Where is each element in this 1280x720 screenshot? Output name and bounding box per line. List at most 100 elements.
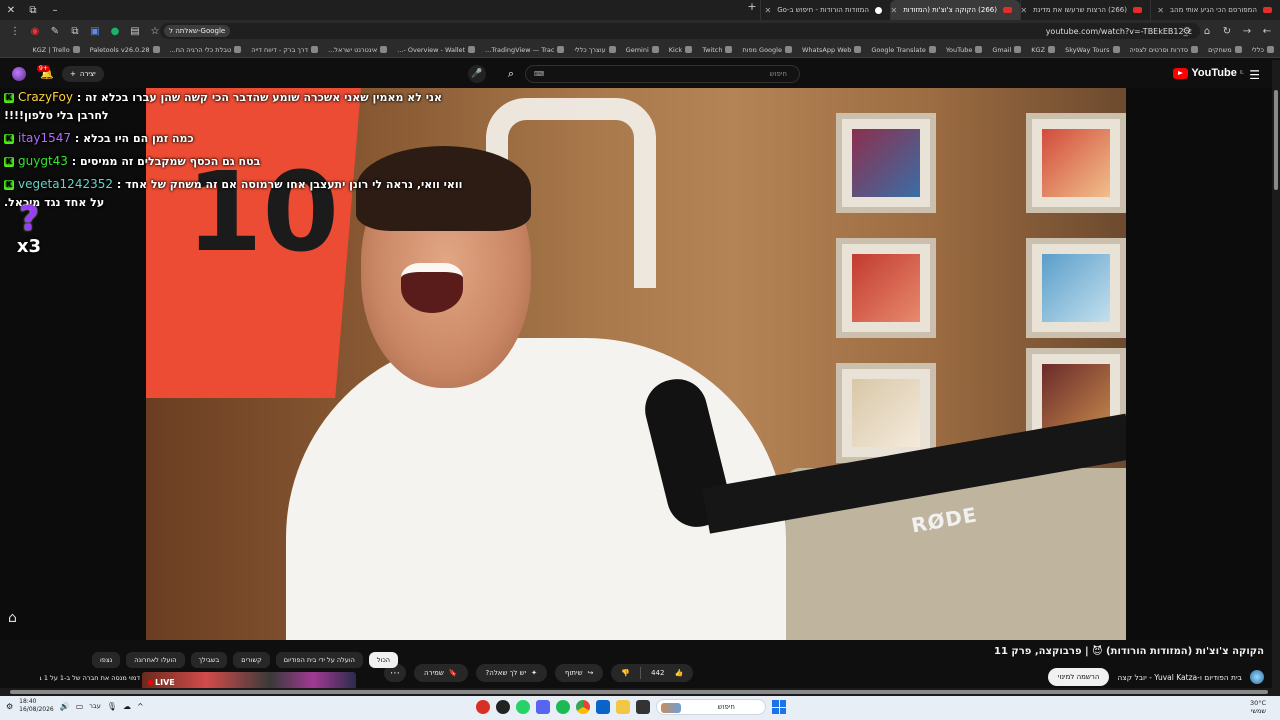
extension-icon[interactable]: ✎ <box>46 22 64 40</box>
share-button[interactable]: ↪ שיתוף <box>555 664 604 682</box>
menu-kebab-icon[interactable]: ⋮ <box>6 22 24 40</box>
bookmark-item[interactable]: SkyWay Tours <box>1065 46 1120 54</box>
bookmark-item[interactable]: Twitch <box>702 46 733 54</box>
minimize-window-icon[interactable]: – <box>44 0 66 20</box>
volume-icon[interactable]: 🔊 <box>60 702 70 711</box>
filter-chip[interactable]: הועלו לאחרונה <box>126 652 185 668</box>
app-icon-red[interactable] <box>476 700 490 714</box>
bookmark-item[interactable]: עוצרך כללי <box>574 46 616 54</box>
youtube-logo[interactable]: YouTube IL <box>1173 67 1244 79</box>
extension-icon[interactable]: ◉ <box>26 22 44 40</box>
bookmark-item[interactable]: Google מפות <box>742 46 792 54</box>
task-view-icon[interactable] <box>636 700 650 714</box>
chrome-icon[interactable] <box>576 700 590 714</box>
google-ask-chip[interactable]: שאלתה ל-Google <box>164 25 231 37</box>
horizontal-scrollbar[interactable] <box>0 688 1280 696</box>
network-icon[interactable]: ▭ <box>76 702 84 711</box>
extension-icon[interactable]: ▣ <box>86 22 104 40</box>
tab-list: המפורסם הכי הגיע אותי מהב ✕ (266) הרצות ש… <box>744 0 1280 20</box>
browser-tab[interactable]: המזודות הורודות - חיפוש ב-Go ✕ <box>760 0 890 20</box>
bookmark-item[interactable]: KGZ | Trello <box>32 46 80 54</box>
close-tab-icon[interactable]: ✕ <box>891 6 897 15</box>
subscribe-button[interactable]: הרשמה למינוי <box>1047 668 1110 686</box>
filter-chip[interactable]: קשורים <box>233 652 270 668</box>
browser-tab-active[interactable]: (266) הקוקה צ'וצ'ות (המזודות ✕ <box>890 0 1020 20</box>
bookmark-item[interactable]: Paletools v26.0.28 <box>90 46 160 54</box>
channel-name[interactable]: בית הפודיום ו-Yuval Katza - יובל קצה <box>1117 673 1242 682</box>
dislike-icon[interactable]: 👎 <box>621 669 630 677</box>
menu-hamburger-icon[interactable]: ☰ <box>1249 68 1260 82</box>
taskbar-search[interactable]: חיפוש <box>656 699 766 715</box>
scrollbar-thumb[interactable] <box>10 690 1268 694</box>
filter-chip[interactable]: הכול <box>368 652 399 668</box>
create-button[interactable]: + יצירה <box>62 66 104 82</box>
ask-button[interactable]: ✦ יש לך שאלה? <box>475 664 548 682</box>
new-tab-button[interactable]: + <box>744 0 760 20</box>
close-tab-icon[interactable]: ✕ <box>1021 6 1027 15</box>
store-icon[interactable] <box>596 700 610 714</box>
home-icon[interactable]: ⌂ <box>1198 22 1216 40</box>
save-button[interactable]: 🔖 שמירה <box>414 664 468 682</box>
bookmark-item[interactable]: סדרות וסרטים לצפיה <box>1130 46 1199 54</box>
bookmark-item[interactable]: Gemini <box>626 46 659 54</box>
bookmark-item[interactable]: דרך ברק - דיווח דייה <box>251 46 319 54</box>
app-icon-game[interactable] <box>496 700 510 714</box>
bookmark-item[interactable]: YouTube <box>946 46 983 54</box>
browser-tab[interactable]: (266) הרצות שרעשו את מדינת ✕ <box>1020 0 1150 20</box>
channel-avatar[interactable] <box>1250 670 1264 684</box>
file-explorer-icon[interactable] <box>616 700 630 714</box>
extension-icon[interactable]: ● <box>106 22 124 40</box>
search-icon[interactable]: ⌕ <box>500 65 522 83</box>
clock[interactable]: 18:40 16/08/2026 <box>19 698 54 714</box>
bookmark-item[interactable]: TradingView — Trac... <box>485 46 565 54</box>
discord-icon[interactable] <box>536 700 550 714</box>
spotify-icon[interactable] <box>556 700 570 714</box>
recommended-title[interactable]: דמוי מנסה את חברה של ב-1 על 1 בתשלום!? <box>40 674 140 683</box>
weather-widget[interactable]: 30°C שמשי <box>1250 699 1266 715</box>
close-window-icon[interactable]: ✕ <box>0 0 22 20</box>
bookmark-favicon-icon <box>1234 46 1242 53</box>
whatsapp-icon[interactable] <box>516 700 530 714</box>
restore-window-icon[interactable]: ⧉ <box>22 0 44 20</box>
forward-icon[interactable]: → <box>1238 22 1256 40</box>
like-icon[interactable]: 👍 <box>675 669 684 677</box>
browser-tab[interactable]: המפורסם הכי הגיע אותי מהב ✕ <box>1150 0 1280 20</box>
bookmark-item[interactable]: Kick <box>669 46 693 54</box>
extension-icon[interactable]: ▤ <box>126 22 144 40</box>
filter-chip[interactable]: בשבילך <box>190 652 228 668</box>
bookmark-item[interactable]: טבלת כלי הרגיה הח... <box>170 46 242 54</box>
like-count[interactable]: 442 <box>651 669 664 677</box>
close-tab-icon[interactable]: ✕ <box>1157 6 1164 15</box>
bookmark-item[interactable]: KGZ <box>1031 46 1056 54</box>
notification-icon[interactable]: ⚙ <box>6 702 13 711</box>
mic-tray-icon[interactable]: 🎙 <box>107 702 117 711</box>
extensions-puzzle-icon[interactable]: ⧉ <box>66 22 84 40</box>
voice-search-icon[interactable]: 🎤 <box>468 65 486 83</box>
reload-icon[interactable]: ↻ <box>1218 22 1236 40</box>
close-tab-icon[interactable]: ✕ <box>765 6 772 15</box>
windows-start-icon[interactable] <box>772 700 786 714</box>
bookmark-item[interactable]: אינטרנט ישראל... <box>328 46 388 54</box>
keyboard-icon[interactable]: ⌨ <box>534 70 544 78</box>
video-player[interactable]: 10 RØDE K CrazyFoy : אני לא מאמין שאני אש… <box>0 88 1280 640</box>
site-settings-icon[interactable]: ⚙ <box>1178 22 1196 40</box>
bookmark-item[interactable]: Google Translate <box>871 46 936 54</box>
url-text[interactable]: youtube.com/watch?v=-TBEkEB12_c <box>1046 27 1192 36</box>
bookmark-item[interactable]: WhatsApp Web <box>802 46 862 54</box>
scrollbar-thumb[interactable] <box>1274 90 1278 190</box>
back-icon[interactable]: ← <box>1258 22 1276 40</box>
bookmark-item[interactable]: Gmail <box>992 46 1022 54</box>
filter-chip[interactable]: הועלה על ידי בית הפודיום <box>275 652 363 668</box>
filter-chip[interactable]: נצפו <box>92 652 121 668</box>
chevron-up-icon[interactable]: ^ <box>137 702 144 711</box>
bookmark-item[interactable]: כללי <box>1252 46 1274 54</box>
vertical-scrollbar[interactable] <box>1272 60 1280 688</box>
cloud-icon[interactable]: ☁ <box>123 702 131 711</box>
account-avatar[interactable] <box>12 67 26 81</box>
overlay-home-icon: ⌂ <box>8 610 17 626</box>
language-indicator[interactable]: עבר <box>89 702 101 710</box>
address-bar[interactable]: שאלתה ל-Google youtube.com/watch?v=-TBEk… <box>160 23 1200 39</box>
bookmark-item[interactable]: Overview - Wallet -... <box>397 46 476 54</box>
search-input[interactable]: ⌨ חיפוש <box>525 65 800 83</box>
bookmark-item[interactable]: משחקים <box>1208 46 1242 54</box>
